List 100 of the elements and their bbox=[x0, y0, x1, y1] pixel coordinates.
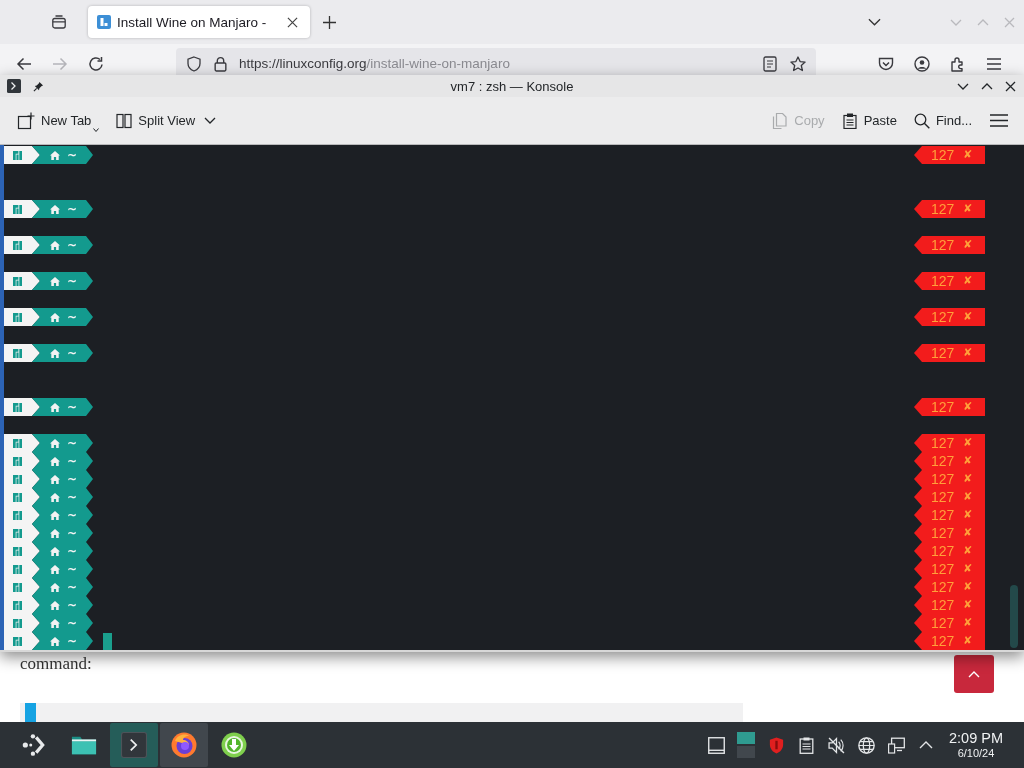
directory-text: ~ bbox=[67, 490, 78, 504]
home-icon bbox=[50, 600, 60, 610]
blocks-logo-icon bbox=[13, 492, 22, 502]
error-mark: ✘ bbox=[963, 345, 973, 361]
directory-text: ~ bbox=[67, 508, 78, 522]
copy-icon bbox=[772, 112, 789, 129]
terminal-icon[interactable] bbox=[7, 79, 21, 93]
directory-text: ~ bbox=[67, 598, 78, 612]
clock-date[interactable]: 6/10/24 bbox=[957, 747, 995, 760]
lock-icon[interactable] bbox=[214, 56, 227, 72]
chevron-down-icon[interactable] bbox=[868, 18, 881, 26]
home-icon bbox=[50, 456, 60, 466]
exit-code: 127 bbox=[931, 435, 955, 451]
speaker-muted-icon[interactable] bbox=[827, 736, 845, 754]
exit-code: 127 bbox=[931, 489, 955, 505]
error-mark: ✘ bbox=[963, 237, 973, 253]
terminal-icon bbox=[121, 732, 147, 758]
home-icon bbox=[50, 150, 60, 160]
blocks-logo-icon bbox=[13, 240, 22, 250]
directory-text: ~ bbox=[67, 472, 78, 486]
directory-text: ~ bbox=[67, 454, 78, 468]
directory-text: ~ bbox=[67, 148, 78, 162]
close-icon[interactable] bbox=[287, 16, 298, 28]
exit-code: 127 bbox=[931, 273, 955, 289]
directory-text: ~ bbox=[67, 580, 78, 594]
blocks-logo-icon bbox=[13, 438, 22, 448]
error-mark: ✘ bbox=[963, 543, 973, 559]
find-button[interactable]: Find... bbox=[906, 104, 978, 137]
account-icon[interactable] bbox=[914, 56, 930, 72]
address-field[interactable]: https://linuxconfig.org/install-wine-on-manjaro bbox=[176, 48, 816, 75]
shield-icon[interactable] bbox=[186, 56, 202, 72]
blocks-logo-icon bbox=[13, 564, 22, 574]
scroll-to-top-button[interactable] bbox=[954, 655, 994, 693]
desktop-tile[interactable] bbox=[737, 732, 755, 744]
directory-text: ~ bbox=[67, 346, 78, 360]
pin-icon[interactable] bbox=[33, 80, 44, 92]
error-mark: ✘ bbox=[963, 579, 973, 595]
split-view-button[interactable]: Split View bbox=[109, 104, 223, 137]
home-icon bbox=[50, 618, 60, 628]
exit-code: 127 bbox=[931, 147, 955, 163]
home-icon bbox=[50, 348, 60, 358]
body-text: command: bbox=[20, 655, 92, 673]
star-icon[interactable] bbox=[790, 56, 806, 72]
plus-icon[interactable] bbox=[323, 15, 336, 29]
blocks-logo-icon bbox=[13, 528, 22, 538]
search-icon bbox=[913, 112, 930, 129]
chevron-up-icon[interactable] bbox=[919, 741, 933, 749]
home-icon bbox=[50, 240, 60, 250]
exit-code: 127 bbox=[931, 543, 955, 559]
exit-code: 127 bbox=[931, 345, 955, 361]
blocks-logo-icon bbox=[13, 618, 22, 628]
reader-view-icon[interactable] bbox=[762, 56, 778, 72]
url-text[interactable]: https://linuxconfig.org/install-wine-on-manjaro bbox=[239, 56, 762, 72]
blocks-logo-icon bbox=[13, 204, 22, 214]
code-block-marker bbox=[25, 703, 36, 722]
home-icon bbox=[50, 492, 60, 502]
pocket-icon[interactable] bbox=[878, 57, 894, 71]
clipboard-icon bbox=[841, 112, 858, 129]
network-monitor-icon[interactable] bbox=[887, 736, 905, 754]
home-icon bbox=[50, 474, 60, 484]
globe-icon[interactable] bbox=[857, 736, 875, 754]
minimize-icon[interactable] bbox=[957, 82, 969, 90]
directory-text: ~ bbox=[67, 400, 78, 414]
directory-text: ~ bbox=[67, 634, 78, 648]
exit-code: 127 bbox=[931, 309, 955, 325]
directory-text: ~ bbox=[67, 310, 78, 324]
scrollbar-thumb[interactable] bbox=[1010, 585, 1018, 648]
maximize-icon[interactable] bbox=[981, 82, 993, 90]
tab-list-icon[interactable] bbox=[52, 15, 66, 29]
window-title: vm7 : zsh — Konsole bbox=[450, 78, 574, 94]
new-tab-button[interactable]: New Tab bbox=[10, 104, 106, 137]
error-mark: ✘ bbox=[963, 453, 973, 469]
puzzle-icon[interactable] bbox=[950, 56, 966, 72]
exit-code: 127 bbox=[931, 579, 955, 595]
back-arrow-icon[interactable] bbox=[16, 56, 32, 72]
chevron-down-icon bbox=[204, 117, 217, 124]
close-icon[interactable] bbox=[1005, 80, 1016, 92]
browser-tab[interactable]: Install Wine on Manjaro - bbox=[88, 6, 310, 38]
directory-text: ~ bbox=[67, 526, 78, 540]
exit-code: 127 bbox=[931, 237, 955, 253]
error-mark: ✘ bbox=[963, 615, 973, 631]
error-mark: ✘ bbox=[963, 471, 973, 487]
home-icon bbox=[50, 528, 60, 538]
error-mark: ✘ bbox=[963, 597, 973, 613]
blocks-logo-icon bbox=[13, 276, 22, 286]
exit-code: 127 bbox=[931, 525, 955, 541]
paste-button[interactable]: Paste bbox=[834, 104, 903, 137]
directory-text: ~ bbox=[67, 436, 78, 450]
exit-code: 127 bbox=[931, 471, 955, 487]
exit-code: 127 bbox=[931, 201, 955, 217]
reload-icon[interactable] bbox=[88, 56, 104, 72]
directory-text: ~ bbox=[67, 238, 78, 252]
exit-code: 127 bbox=[931, 615, 955, 631]
error-mark: ✘ bbox=[963, 507, 973, 523]
screen-icon[interactable] bbox=[707, 736, 725, 754]
menu-icon[interactable] bbox=[990, 114, 1008, 127]
directory-text: ~ bbox=[67, 544, 78, 558]
clipboard-icon[interactable] bbox=[797, 736, 815, 754]
dots-arrow-icon bbox=[21, 732, 47, 758]
clock-time[interactable]: 2:09 PM bbox=[949, 730, 1003, 747]
